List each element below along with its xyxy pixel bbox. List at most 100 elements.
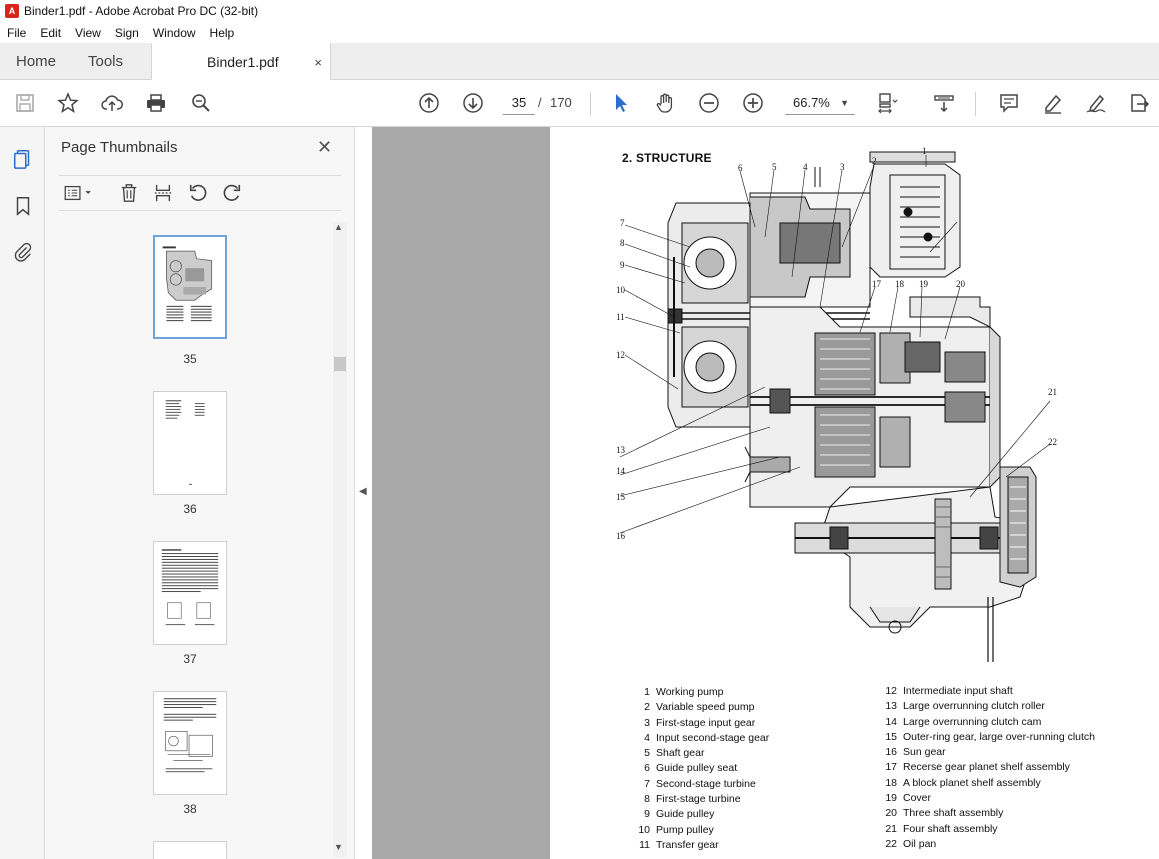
thumbnail-preview xyxy=(161,549,219,626)
thumbnail-page-number: 38 xyxy=(183,802,197,816)
close-icon[interactable]: ✕ xyxy=(317,137,332,158)
callout-9: 9 xyxy=(620,260,625,270)
legend-item: 17 Recerse gear planet shelf assembly xyxy=(885,761,1070,774)
legend-item: 15 Outer-ring gear, large over-running cl… xyxy=(885,730,1096,743)
menu-file[interactable]: File xyxy=(0,26,33,40)
tab-tools[interactable]: Tools xyxy=(88,43,123,80)
menu-sign[interactable]: Sign xyxy=(108,26,146,40)
legend-item: 1 Working pump xyxy=(644,686,724,698)
menu-edit[interactable]: Edit xyxy=(33,26,68,40)
hand-tool-icon[interactable] xyxy=(652,90,678,116)
rotate-counterclockwise-icon[interactable] xyxy=(186,181,210,205)
sign-pen-icon[interactable] xyxy=(1083,90,1109,116)
toolbar-divider xyxy=(975,92,976,116)
legend-item: 16 Sun gear xyxy=(885,746,946,759)
callout-3: 3 xyxy=(840,162,845,172)
thumbnails-scrollbar[interactable] xyxy=(333,222,347,858)
callout-8: 8 xyxy=(620,238,625,248)
star-icon[interactable] xyxy=(55,90,81,116)
scrollbar-thumb[interactable] xyxy=(334,357,346,371)
pdf-page[interactable]: 2. STRUCTURE 1 2 3 4 5 6 7 8 9 10 11 12 … xyxy=(550,127,1159,859)
page-thumbnail-36[interactable] xyxy=(153,391,227,495)
page-thumbnail-39[interactable] xyxy=(153,841,227,859)
legend-item: 8 First-stage turbine xyxy=(644,793,741,806)
chevron-down-icon: ▼ xyxy=(840,98,849,108)
total-pages: 170 xyxy=(550,95,572,110)
menu-window[interactable]: Window xyxy=(146,26,203,40)
highlight-pen-icon[interactable] xyxy=(1040,90,1066,116)
menu-view[interactable]: View xyxy=(68,26,108,40)
page-thumbnail-37[interactable] xyxy=(153,541,227,645)
zoom-in-icon[interactable] xyxy=(740,90,766,116)
fit-page-icon[interactable] xyxy=(874,90,900,116)
previous-page-icon[interactable] xyxy=(416,90,442,116)
attachment-icon[interactable] xyxy=(11,240,35,264)
menu-bar: File Edit View Sign Window Help xyxy=(0,22,1159,43)
legend-item: 18 A block planet shelf assembly xyxy=(885,776,1041,789)
callout-16: 16 xyxy=(616,531,626,541)
legend-item: 11 Transfer gear xyxy=(639,838,719,851)
page-number-input[interactable]: 35 xyxy=(503,91,535,115)
legend-item: 13 Large overrunning clutch roller xyxy=(885,700,1045,713)
tab-home[interactable]: Home xyxy=(16,43,56,80)
legend-item: 4 Input second-stage gear xyxy=(644,731,770,744)
callout-4: 4 xyxy=(803,162,808,172)
legend-item: 7 Second-stage turbine xyxy=(644,777,756,790)
tab-close-icon[interactable]: × xyxy=(314,55,322,70)
legend-item: 19 Cover xyxy=(885,792,932,805)
legend-item: 9 Guide pulley xyxy=(644,808,715,821)
page-thumbnail-38[interactable] xyxy=(153,691,227,795)
thumbnail-preview xyxy=(163,698,217,773)
thumbnail-preview xyxy=(165,400,205,485)
thumbnail-preview xyxy=(157,239,223,335)
callout-12: 12 xyxy=(616,350,625,360)
save-icon[interactable] xyxy=(12,90,38,116)
tab-document-label: Binder1.pdf xyxy=(207,54,279,70)
callout-1: 1 xyxy=(922,146,927,156)
bookmark-icon[interactable] xyxy=(11,194,35,218)
next-page-icon[interactable] xyxy=(460,90,486,116)
page-thumbnails-icon[interactable] xyxy=(11,147,35,171)
callout-13: 13 xyxy=(616,445,626,455)
export-pdf-icon[interactable] xyxy=(1126,90,1152,116)
scrolling-mode-icon[interactable] xyxy=(931,90,957,116)
menu-help[interactable]: Help xyxy=(203,26,242,40)
legend-right-column: 12 Intermediate input shaft 13 Large overr… xyxy=(881,685,1095,853)
toolbar-divider xyxy=(590,92,591,116)
legend-item: 21 Four shaft assembly xyxy=(885,822,998,835)
split-page-icon[interactable] xyxy=(151,181,175,205)
delete-page-icon[interactable] xyxy=(117,181,141,205)
zoom-search-icon[interactable] xyxy=(188,90,214,116)
legend-item: 22 Oil pan xyxy=(885,837,937,850)
panel-toolbar xyxy=(59,175,341,211)
callout-5: 5 xyxy=(772,162,777,172)
legend-left-column: 1 Working pump 2 Variable speed pump 3 Firs… xyxy=(636,686,769,854)
callout-7: 7 xyxy=(620,218,625,228)
zoom-level-value: 66.7% xyxy=(793,95,830,110)
rotate-clockwise-icon[interactable] xyxy=(220,181,244,205)
title-bar: A Binder1.pdf - Adobe Acrobat Pro DC (32… xyxy=(0,0,1159,22)
legend-item: 12 Intermediate input shaft xyxy=(885,685,1013,697)
tab-document[interactable]: Binder1.pdf × xyxy=(151,43,331,81)
collapse-panel-icon[interactable]: ◀ xyxy=(359,486,367,497)
zoom-out-icon[interactable] xyxy=(696,90,722,116)
comment-icon[interactable] xyxy=(996,90,1022,116)
print-icon[interactable] xyxy=(143,90,169,116)
legend-item: 20 Three shaft assembly xyxy=(885,807,1004,820)
scroll-down-icon[interactable]: ▼ xyxy=(334,842,343,852)
page-separator: / xyxy=(538,95,542,110)
zoom-level-select[interactable]: 66.7% ▼ xyxy=(785,91,855,115)
page-thumbnail-35[interactable] xyxy=(153,235,227,339)
scroll-up-icon[interactable]: ▲ xyxy=(334,222,343,232)
callout-22: 22 xyxy=(1048,437,1057,447)
callout-20: 20 xyxy=(956,279,966,289)
legend-item: 6 Guide pulley seat xyxy=(644,762,738,775)
upload-cloud-icon[interactable] xyxy=(99,90,125,116)
tab-bar: Home Tools Binder1.pdf × xyxy=(0,43,1159,81)
callout-6: 6 xyxy=(738,163,743,173)
select-cursor-icon[interactable] xyxy=(608,90,634,116)
callout-21: 21 xyxy=(1048,387,1057,397)
left-navigation-rail xyxy=(0,127,45,859)
thumbnail-options-icon[interactable] xyxy=(61,181,97,205)
callout-11: 11 xyxy=(616,312,625,322)
